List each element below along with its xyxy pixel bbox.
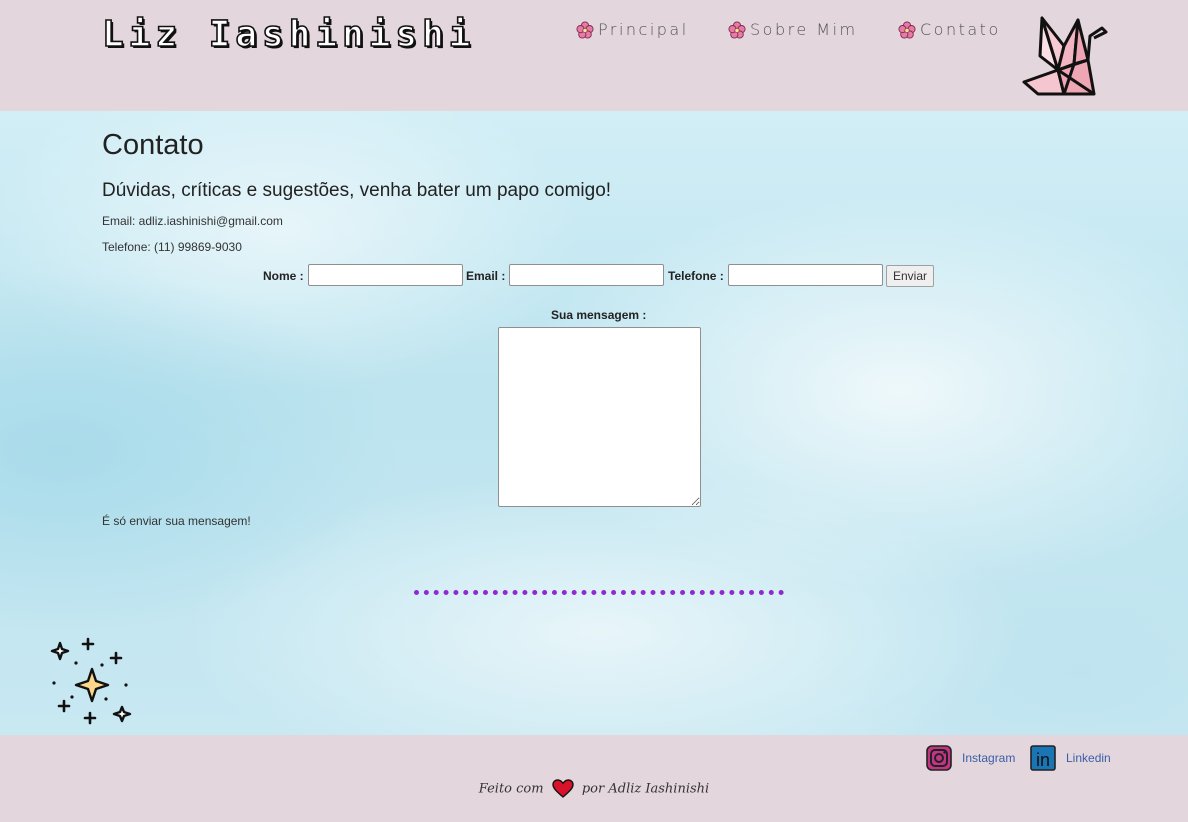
content-area: Contato Dúvidas, críticas e sugestões, v… <box>0 111 1188 735</box>
telefone-input[interactable] <box>728 264 883 286</box>
instagram-link[interactable]: Instagram <box>926 745 1015 771</box>
send-hint: É só enviar sua mensagem! <box>102 514 251 528</box>
telefone-label: Telefone : <box>668 269 724 283</box>
linkedin-link[interactable]: in Linkedin <box>1030 745 1111 771</box>
page-title: Contato <box>102 129 204 161</box>
enviar-button[interactable]: Enviar <box>886 265 935 287</box>
nav-item-sobre-mim[interactable]: Sobre Mim <box>728 20 858 39</box>
message-label: Sua mensagem : <box>551 308 647 322</box>
flower-icon <box>576 20 594 39</box>
message-textarea[interactable] <box>498 327 701 507</box>
instagram-label: Instagram <box>962 751 1016 765</box>
heart-icon <box>552 779 574 798</box>
site-logo-text[interactable]: Liz Iashinishi <box>101 13 475 56</box>
nome-label: Nome : <box>263 269 304 283</box>
nome-input[interactable] <box>308 264 463 286</box>
site-header: Liz Iashinishi Principal Sobre Mim Conta… <box>0 0 1188 111</box>
linkedin-label: Linkedin <box>1066 751 1111 765</box>
flower-icon <box>728 20 746 39</box>
nav-label-contato: Contato <box>920 20 1001 39</box>
nav-item-principal[interactable]: Principal <box>576 20 689 39</box>
paper-crane-icon[interactable] <box>1018 12 1110 98</box>
email-label: Email : <box>466 269 506 283</box>
nav-label-sobre-mim: Sobre Mim <box>750 20 858 39</box>
contact-phone: Telefone: (11) 99869-9030 <box>102 240 242 254</box>
linkedin-icon: in <box>1030 745 1056 771</box>
dotted-divider <box>414 590 784 595</box>
sparkles-icon <box>50 637 132 725</box>
credit-text-after: por Adliz Iashinishi <box>581 781 710 797</box>
site-footer: Instagram in Linkedin Feito com por Adli… <box>0 735 1188 822</box>
linkedin-icon-text: in <box>1036 750 1050 770</box>
nav-item-contato[interactable]: Contato <box>898 20 1001 39</box>
instagram-icon <box>926 745 952 771</box>
contact-email: Email: adliz.iashinishi@gmail.com <box>102 214 283 228</box>
page-subtitle: Dúvidas, críticas e sugestões, venha bat… <box>102 180 612 201</box>
nav-label-principal: Principal <box>598 20 689 39</box>
footer-credit: Feito com por Adliz Iashinishi <box>0 779 1188 799</box>
credit-text-before: Feito com <box>478 781 544 797</box>
flower-icon <box>898 20 916 39</box>
email-input[interactable] <box>509 264 664 286</box>
